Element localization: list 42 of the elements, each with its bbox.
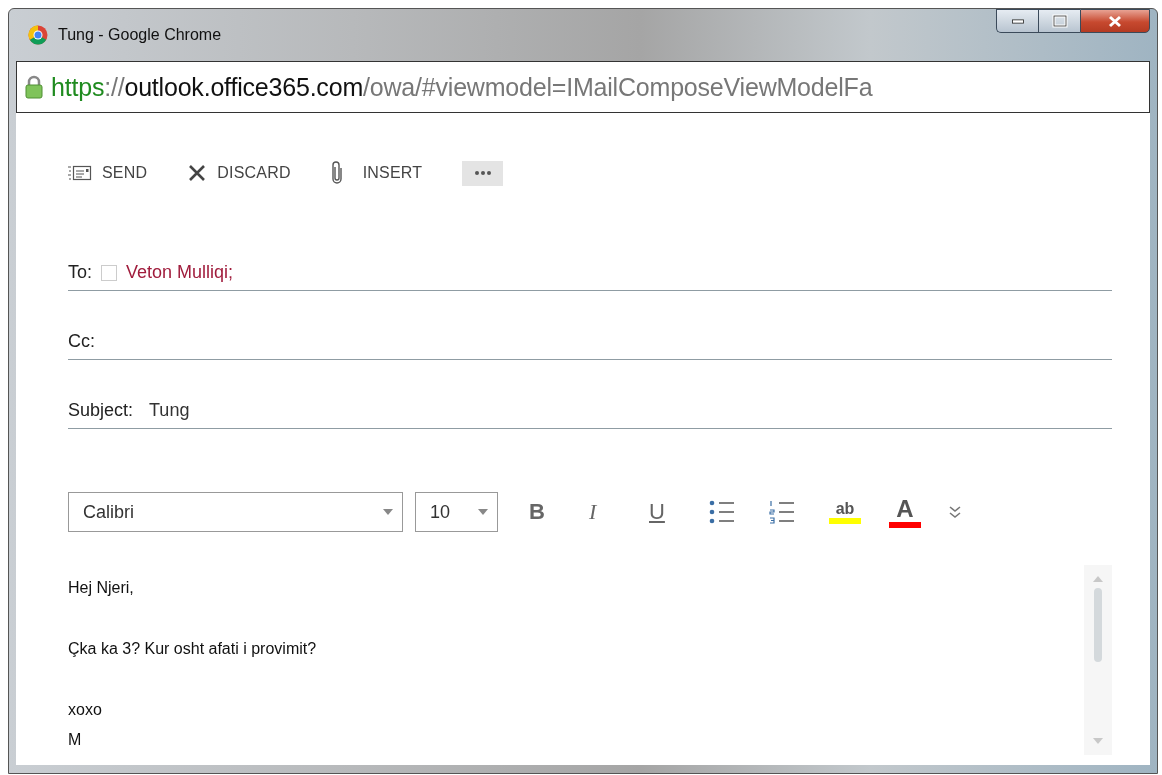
font-color-button[interactable]: A (886, 492, 946, 532)
double-chevron-icon (949, 505, 961, 519)
font-size-dropdown[interactable]: 10 (415, 492, 498, 532)
scrollbar-thumb[interactable] (1094, 588, 1102, 662)
field-label: Subject: (68, 400, 134, 421)
minimize-icon (1011, 18, 1024, 24)
discard-button[interactable]: DISCARD (187, 159, 291, 187)
close-icon (187, 163, 208, 183)
italic-button[interactable]: I (586, 492, 646, 532)
minimize-button[interactable] (996, 9, 1038, 33)
scroll-down-icon (1092, 738, 1104, 745)
field-label: Cc: (68, 331, 95, 352)
underline-button[interactable]: U (646, 492, 706, 532)
message-line: Çka ka 3? Kur osht afati i provimit? (68, 639, 318, 659)
font-dropdown[interactable]: Calibri (68, 492, 403, 532)
paperclip-icon (330, 161, 343, 185)
more-button[interactable] (462, 160, 504, 186)
window-title: Tung - Google Chrome (58, 26, 223, 44)
maximize-icon (1050, 14, 1069, 28)
recipient-name[interactable]: Veton Mulliqi; (126, 262, 234, 283)
scroll-up-icon (1092, 575, 1104, 582)
browser-logo-icon (28, 25, 48, 45)
send-button[interactable]: SEND (68, 160, 148, 186)
numbered-list-icon (769, 500, 795, 524)
message-line: M (68, 730, 83, 750)
caret-icon (477, 508, 489, 516)
caret-icon (382, 508, 394, 516)
close-icon (1106, 14, 1124, 28)
more-icon (473, 170, 492, 176)
highlight-button[interactable]: ab (826, 492, 886, 532)
send-icon (68, 165, 92, 181)
field-label: To: (68, 262, 92, 283)
subject-value[interactable]: Tung (149, 400, 190, 421)
bold-button[interactable]: B (526, 492, 586, 532)
message-line: xoxo (68, 700, 103, 720)
scrollbar[interactable] (1084, 565, 1112, 755)
message-line: Hej Njeri, (68, 578, 135, 598)
bullet-list-icon (709, 500, 735, 524)
maximize-button[interactable] (1038, 9, 1080, 33)
insert-button[interactable]: INSERT (330, 157, 423, 189)
square-icon (100, 263, 118, 282)
close-button[interactable] (1080, 9, 1150, 33)
